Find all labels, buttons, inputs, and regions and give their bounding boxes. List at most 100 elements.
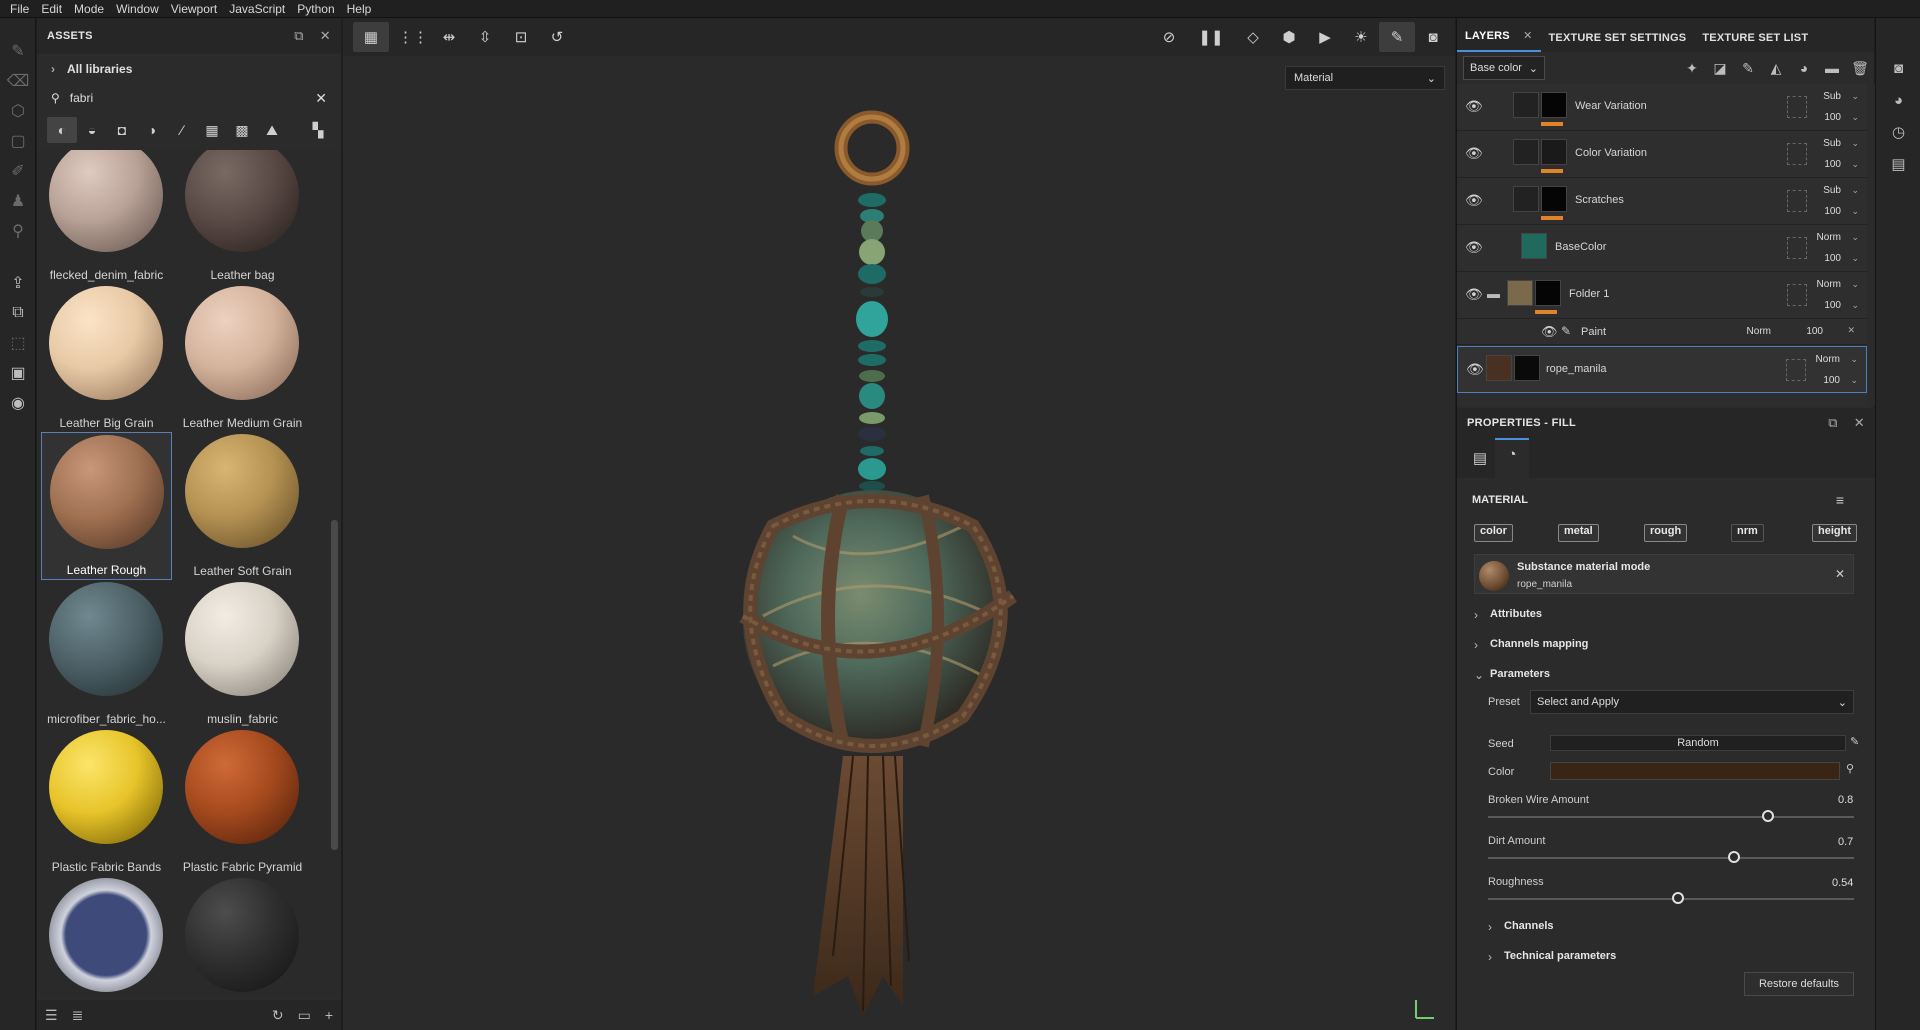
delete-effect-icon[interactable]: ✕ bbox=[1847, 325, 1855, 336]
add-effect-icon[interactable]: ✦ bbox=[1678, 60, 1706, 77]
tab-texture-set-settings[interactable]: TEXTURE SET SETTINGS bbox=[1541, 32, 1695, 52]
asset-tile[interactable]: Leather Medium Grain bbox=[177, 284, 308, 432]
3d-canvas[interactable]: Material ⌄ bbox=[343, 56, 1455, 1030]
tab-texture-set-list[interactable]: TEXTURE SET LIST bbox=[1694, 32, 1816, 52]
chevron-down-icon[interactable]: ⌄ bbox=[1851, 185, 1859, 196]
smudge-tool-icon[interactable]: ✐ bbox=[0, 156, 36, 186]
chevron-right-icon[interactable]: › bbox=[1488, 950, 1492, 964]
layer-mask-slot[interactable] bbox=[1787, 237, 1807, 259]
edit-pencil-icon[interactable]: ✎ bbox=[1850, 735, 1859, 748]
asset-search[interactable]: ⚲ fabri ✕ bbox=[45, 84, 333, 112]
layer-opacity[interactable]: 100 bbox=[1824, 159, 1841, 170]
remove-material-icon[interactable]: ✕ bbox=[1835, 567, 1845, 581]
dirt-amount-slider[interactable] bbox=[1488, 857, 1854, 859]
effect-blend-mode[interactable]: Norm bbox=[1747, 326, 1771, 337]
layer-opacity[interactable]: 100 bbox=[1824, 253, 1841, 264]
chevron-down-icon[interactable]: ⌄ bbox=[1851, 279, 1859, 290]
visibility-eye-icon[interactable]: 👁 bbox=[1465, 98, 1483, 115]
menu-file[interactable]: File bbox=[8, 2, 39, 16]
layer-mask-slot[interactable] bbox=[1787, 284, 1807, 306]
channel-toggle-height[interactable]: height bbox=[1812, 524, 1857, 542]
asset-tile[interactable] bbox=[177, 876, 308, 995]
close-tab-icon[interactable]: ✕ bbox=[1523, 30, 1532, 42]
asset-tile[interactable]: flecked_denim_fabric bbox=[41, 150, 172, 284]
chevron-right-icon[interactable]: › bbox=[1488, 920, 1492, 934]
asset-scrollbar[interactable] bbox=[327, 150, 341, 995]
channel-toggle-color[interactable]: color bbox=[1474, 524, 1513, 542]
layer-row[interactable]: 👁 Scratches Sub ⌄ 100 ⌄ bbox=[1457, 178, 1867, 225]
search-input[interactable]: fabri bbox=[60, 91, 315, 105]
color-picker-tool-icon[interactable]: ⚲ bbox=[0, 216, 36, 246]
visibility-eye-icon[interactable]: 👁 bbox=[1541, 324, 1558, 340]
float-panel-icon[interactable]: ⧉ bbox=[294, 28, 304, 44]
eyedropper-icon[interactable]: ⚲ bbox=[1846, 762, 1854, 775]
brush-filter-icon[interactable]: ∕ bbox=[167, 117, 197, 143]
environment-filter-icon[interactable]: ⛰ bbox=[257, 117, 287, 143]
channel-toggle-nrm[interactable]: nrm bbox=[1731, 524, 1764, 542]
history-icon[interactable]: ◷ bbox=[1876, 116, 1920, 148]
parameters-section[interactable]: Parameters bbox=[1490, 668, 1550, 680]
color-swatch[interactable] bbox=[1550, 762, 1840, 780]
menu-lines-icon[interactable]: ≡ bbox=[1836, 492, 1844, 508]
dirt-amount-knob[interactable] bbox=[1728, 851, 1740, 863]
asset-tile[interactable]: Leather Big Grain bbox=[41, 284, 172, 432]
refresh-icon[interactable]: ↻ bbox=[272, 1007, 284, 1024]
log-icon[interactable]: ▤ bbox=[1876, 148, 1920, 180]
asset-tile[interactable] bbox=[41, 876, 172, 995]
chevron-down-icon[interactable]: ⌄ bbox=[1851, 300, 1859, 311]
layer-row-selected[interactable]: 👁 rope_manila Norm ⌄ 100 ⌄ bbox=[1457, 346, 1867, 393]
layer-row[interactable]: 👁 Color Variation Sub ⌄ 100 ⌄ bbox=[1457, 131, 1867, 178]
view-2d-icon[interactable]: ◇ bbox=[1235, 22, 1271, 52]
list-view-icon[interactable]: ☰ bbox=[45, 1007, 58, 1024]
channel-dropdown[interactable]: Base color ⌄ bbox=[1463, 56, 1545, 80]
uv-mode-icon[interactable]: ▦ bbox=[353, 22, 389, 52]
layer-mask-slot[interactable] bbox=[1787, 143, 1807, 165]
asset-tile[interactable]: Leather bag bbox=[177, 150, 308, 284]
roughness-knob[interactable] bbox=[1672, 892, 1684, 904]
paint-brush-tool-icon[interactable]: ✎ bbox=[0, 36, 36, 66]
scrollbar-thumb[interactable] bbox=[331, 520, 338, 850]
chevron-down-icon[interactable]: ⌄ bbox=[1851, 91, 1859, 102]
bake-icon[interactable]: ⬚ bbox=[0, 328, 36, 358]
layer-mask-slot[interactable] bbox=[1787, 96, 1807, 118]
menu-edit[interactable]: Edit bbox=[39, 2, 72, 16]
attributes-section[interactable]: Attributes bbox=[1490, 608, 1542, 620]
symmetry-x-icon[interactable]: ⇹ bbox=[431, 22, 467, 52]
paint-effect-row[interactable]: 👁 ✎ Paint Norm 100 ✕ bbox=[1457, 319, 1867, 345]
layer-blend-mode[interactable]: Sub bbox=[1823, 91, 1841, 102]
asset-tile-selected[interactable]: Leather Rough bbox=[41, 432, 172, 580]
chevron-down-icon[interactable]: ⌄ bbox=[1850, 354, 1858, 365]
details-view-icon[interactable]: ≣ bbox=[72, 1007, 84, 1024]
effect-opacity[interactable]: 100 bbox=[1806, 326, 1823, 337]
texture-set-icon[interactable]: ◙ bbox=[1876, 52, 1920, 84]
history-icon[interactable]: ↺ bbox=[539, 22, 575, 52]
menu-javascript[interactable]: JavaScript bbox=[227, 2, 295, 16]
display-settings-icon[interactable]: ◕ bbox=[1876, 84, 1920, 116]
menu-mode[interactable]: Mode bbox=[72, 2, 114, 16]
close-panel-icon[interactable]: ✕ bbox=[320, 28, 331, 44]
pause-icon[interactable]: ❚❚ bbox=[1193, 22, 1229, 52]
layer-opacity[interactable]: 100 bbox=[1824, 112, 1841, 123]
visibility-eye-icon[interactable]: 👁 bbox=[1465, 239, 1483, 256]
layer-blend-mode[interactable]: Sub bbox=[1823, 185, 1841, 196]
layer-opacity[interactable]: 100 bbox=[1824, 300, 1841, 311]
chevron-down-icon[interactable]: ⌄ bbox=[1474, 668, 1484, 682]
layer-opacity[interactable]: 100 bbox=[1823, 375, 1840, 386]
filter-effect-icon[interactable]: ◑ bbox=[137, 117, 167, 143]
layer-blend-mode[interactable]: Sub bbox=[1823, 138, 1841, 149]
export-icon[interactable]: ⇪ bbox=[0, 268, 36, 298]
chevron-down-icon[interactable]: ⌄ bbox=[1851, 138, 1859, 149]
menu-viewport[interactable]: Viewport bbox=[169, 2, 227, 16]
material-mode-card[interactable]: Substance material mode rope_manila ✕ bbox=[1474, 554, 1854, 594]
restore-defaults-button[interactable]: Restore defaults bbox=[1744, 972, 1854, 996]
chevron-down-icon[interactable]: ⌄ bbox=[1850, 375, 1858, 386]
paint-mode-icon[interactable]: ✎ bbox=[1379, 22, 1415, 52]
shelf-icon[interactable]: ◉ bbox=[0, 388, 36, 418]
chevron-down-icon[interactable]: ⌄ bbox=[1851, 253, 1859, 264]
view-3d-icon[interactable]: ⬢ bbox=[1271, 22, 1307, 52]
clear-search-icon[interactable]: ✕ bbox=[315, 90, 327, 107]
material-filter-icon[interactable]: ◐ bbox=[47, 117, 77, 143]
assets-icon[interactable]: ⧉ bbox=[0, 298, 36, 328]
layer-mask-slot[interactable] bbox=[1786, 359, 1806, 381]
display-settings-icon[interactable]: ▣ bbox=[0, 358, 36, 388]
